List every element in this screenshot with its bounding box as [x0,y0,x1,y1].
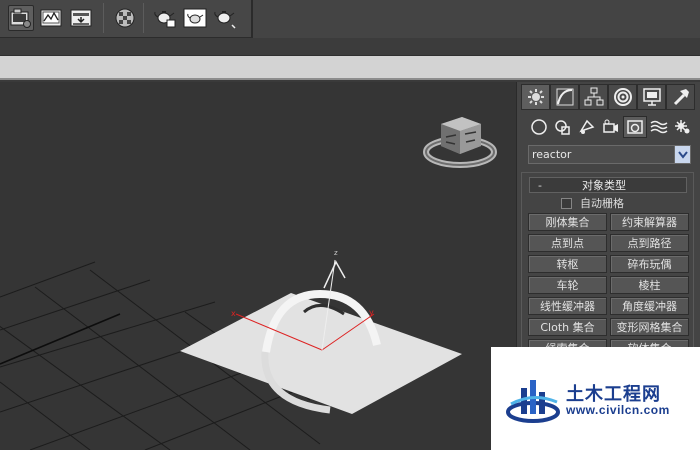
teapot-quick-render-icon [214,11,236,29]
rendered-frame-window-button[interactable] [38,5,64,31]
viewport-scene: x y z [0,117,497,450]
render-setup-button[interactable] [8,5,34,31]
render-production-icon [70,9,92,27]
material-toolbar-group [110,0,140,36]
category-lights[interactable] [575,116,599,138]
dropdown-value: reactor [532,148,572,161]
active-shade-button[interactable] [152,5,178,31]
category-geometry[interactable] [527,116,551,138]
tab-create[interactable] [521,84,550,110]
rollout-collapse-toggle[interactable]: - [530,179,550,192]
gizmo-z-label: z [334,249,338,257]
wheel-button[interactable]: 车轮 [528,276,607,294]
deforming-mesh-collection-button[interactable]: 变形网格集合 [610,318,689,336]
tab-hierarchy[interactable] [579,84,608,110]
auto-grid-option[interactable]: 自动栅格 [561,195,624,211]
category-shapes[interactable] [551,116,575,138]
gizmo-y-label: y [369,308,374,317]
tab-motion[interactable] [608,84,637,110]
viewcube-icon [423,117,497,168]
teapot-active-shade-icon [154,11,176,28]
category-helpers[interactable] [623,116,647,138]
teapot-render-icon [183,8,207,28]
render-toolbar-group [6,0,96,36]
point-to-point-button[interactable]: 点到点 [528,234,607,252]
rollout-title: 对象类型 [582,179,626,192]
toolbar-separator [103,3,104,33]
ragdoll-button[interactable]: 碎布玩偶 [610,255,689,273]
space-warps-icon [650,120,668,134]
shapes-icon [555,120,570,135]
tab-modify[interactable] [550,84,579,110]
teapot-toolbar-group [150,0,240,36]
rollout-header[interactable]: - 对象类型 [529,177,687,193]
motion-icon [613,88,632,106]
tab-display[interactable] [637,84,666,110]
cloth-collection-button[interactable]: Cloth 集合 [528,318,607,336]
create-sun-icon [527,89,544,105]
cameras-icon [603,119,618,133]
hinge-button[interactable]: 转枢 [528,255,607,273]
lights-icon [579,119,595,134]
geometry-sphere-icon [531,119,547,135]
helpers-tape-icon [627,120,643,134]
auto-grid-checkbox[interactable] [561,197,572,209]
perspective-viewport[interactable]: x y z [0,82,516,450]
material-editor-icon [115,8,135,28]
modify-curve-icon [556,88,573,106]
create-category-bar [527,116,699,138]
quick-render-button[interactable] [212,5,238,31]
watermark-logo-icon [506,380,560,423]
toolbar-separator [143,3,144,33]
gizmo-z-arrow [323,260,346,289]
point-to-path-button[interactable]: 点到路径 [610,234,689,252]
chevron-down-icon[interactable] [674,146,690,163]
auto-grid-label: 自动栅格 [580,197,624,210]
category-cameras[interactable] [599,116,623,138]
systems-gear-icon [675,120,690,134]
display-monitor-icon [642,88,661,106]
angular-dashpot-button[interactable]: 角度缓冲器 [610,297,689,315]
viewport-label-bar [0,56,700,80]
ground-plane [180,293,462,414]
render-button[interactable] [182,5,208,31]
constraint-solver-button[interactable]: 约束解算器 [610,213,689,231]
category-space-warps[interactable] [647,116,671,138]
rendered-frame-window-icon [40,9,62,27]
ribbon-strip [0,38,700,56]
gizmo-x-label: x [231,309,236,318]
category-systems[interactable] [671,116,695,138]
rigid-body-collection-button[interactable]: 刚体集合 [528,213,607,231]
main-toolbar [0,0,700,38]
watermark-url: www.civilcn.com [566,403,670,417]
tab-utilities[interactable] [666,84,695,110]
render-setup-icon [10,8,31,28]
category-dropdown[interactable]: reactor [528,145,691,164]
render-production-button[interactable] [68,5,94,31]
toolbar-empty-area [253,0,700,38]
utilities-hammer-icon [673,89,689,106]
hierarchy-icon [584,87,603,106]
linear-dashpot-button[interactable]: 线性缓冲器 [528,297,607,315]
prismatic-button[interactable]: 棱柱 [610,276,689,294]
material-editor-button[interactable] [112,5,138,31]
command-panel-tabs [521,84,697,110]
